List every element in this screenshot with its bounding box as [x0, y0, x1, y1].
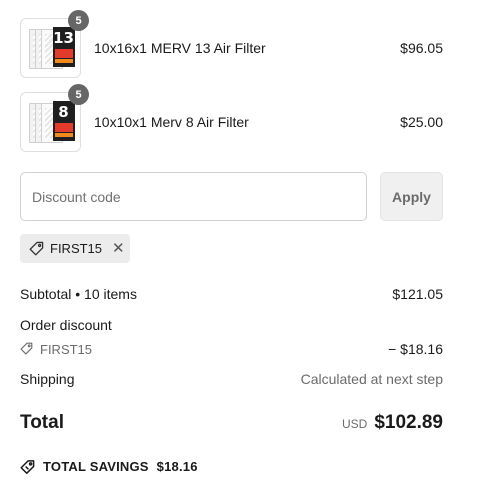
line-item: 13 5 10x16x1 MERV 13 Air Filter $96.05	[20, 10, 443, 79]
discount-code-input[interactable]	[20, 172, 367, 221]
subtotal-row: Subtotal • 10 items $121.05	[20, 285, 443, 303]
applied-discount-code: FIRST15	[50, 241, 103, 256]
product-name: 10x10x1 Merv 8 Air Filter	[94, 114, 249, 130]
total-savings: TOTAL SAVINGS $18.16	[20, 456, 198, 476]
shipping-value: Calculated at next step	[300, 371, 443, 387]
order-discount-value: − $18.16	[388, 341, 443, 357]
order-discount-code-label: FIRST15	[40, 341, 93, 357]
product-thumbnail: 13 5	[20, 10, 89, 78]
total-savings-value: $18.16	[156, 458, 198, 474]
quantity-badge: 5	[68, 84, 89, 105]
shipping-row: Shipping Calculated at next step	[20, 370, 443, 388]
order-discount-detail-row: FIRST15 − $18.16	[20, 340, 443, 358]
total-row: Total USD $102.89	[20, 408, 443, 438]
order-discount-label: Order discount	[20, 317, 112, 333]
product-price: $25.00	[400, 114, 443, 130]
air-filter-image: 13	[27, 25, 75, 71]
filter-rating-label: 13	[53, 29, 74, 47]
applied-discount-chip: FIRST15 ✕	[20, 234, 130, 263]
filter-rating-label: 8	[58, 103, 69, 121]
total-amount-group: USD $102.89	[342, 412, 443, 434]
air-filter-image: 8	[27, 99, 75, 145]
total-label: Total	[20, 412, 64, 433]
line-item: 8 5 10x10x1 Merv 8 Air Filter $25.00	[20, 84, 443, 153]
product-price: $96.05	[400, 40, 443, 56]
subtotal-label: Subtotal • 10 items	[20, 286, 137, 302]
currency-code: USD	[341, 417, 368, 431]
total-savings-label: TOTAL SAVINGS	[43, 458, 149, 474]
tag-icon	[20, 342, 35, 357]
tag-icon	[29, 241, 44, 256]
order-discount-code: FIRST15	[20, 342, 92, 357]
product-name: 10x16x1 MERV 13 Air Filter	[94, 40, 266, 56]
subtotal-value: $121.05	[392, 286, 443, 302]
close-icon[interactable]: ✕	[112, 241, 125, 256]
total-amount: $102.89	[374, 412, 443, 433]
apply-discount-button[interactable]: Apply	[380, 172, 443, 221]
order-discount-row: Order discount	[20, 316, 443, 334]
shipping-label: Shipping	[20, 371, 75, 387]
product-thumbnail: 8 5	[20, 84, 89, 152]
quantity-badge: 5	[68, 10, 89, 31]
price-tag-icon	[20, 459, 35, 474]
